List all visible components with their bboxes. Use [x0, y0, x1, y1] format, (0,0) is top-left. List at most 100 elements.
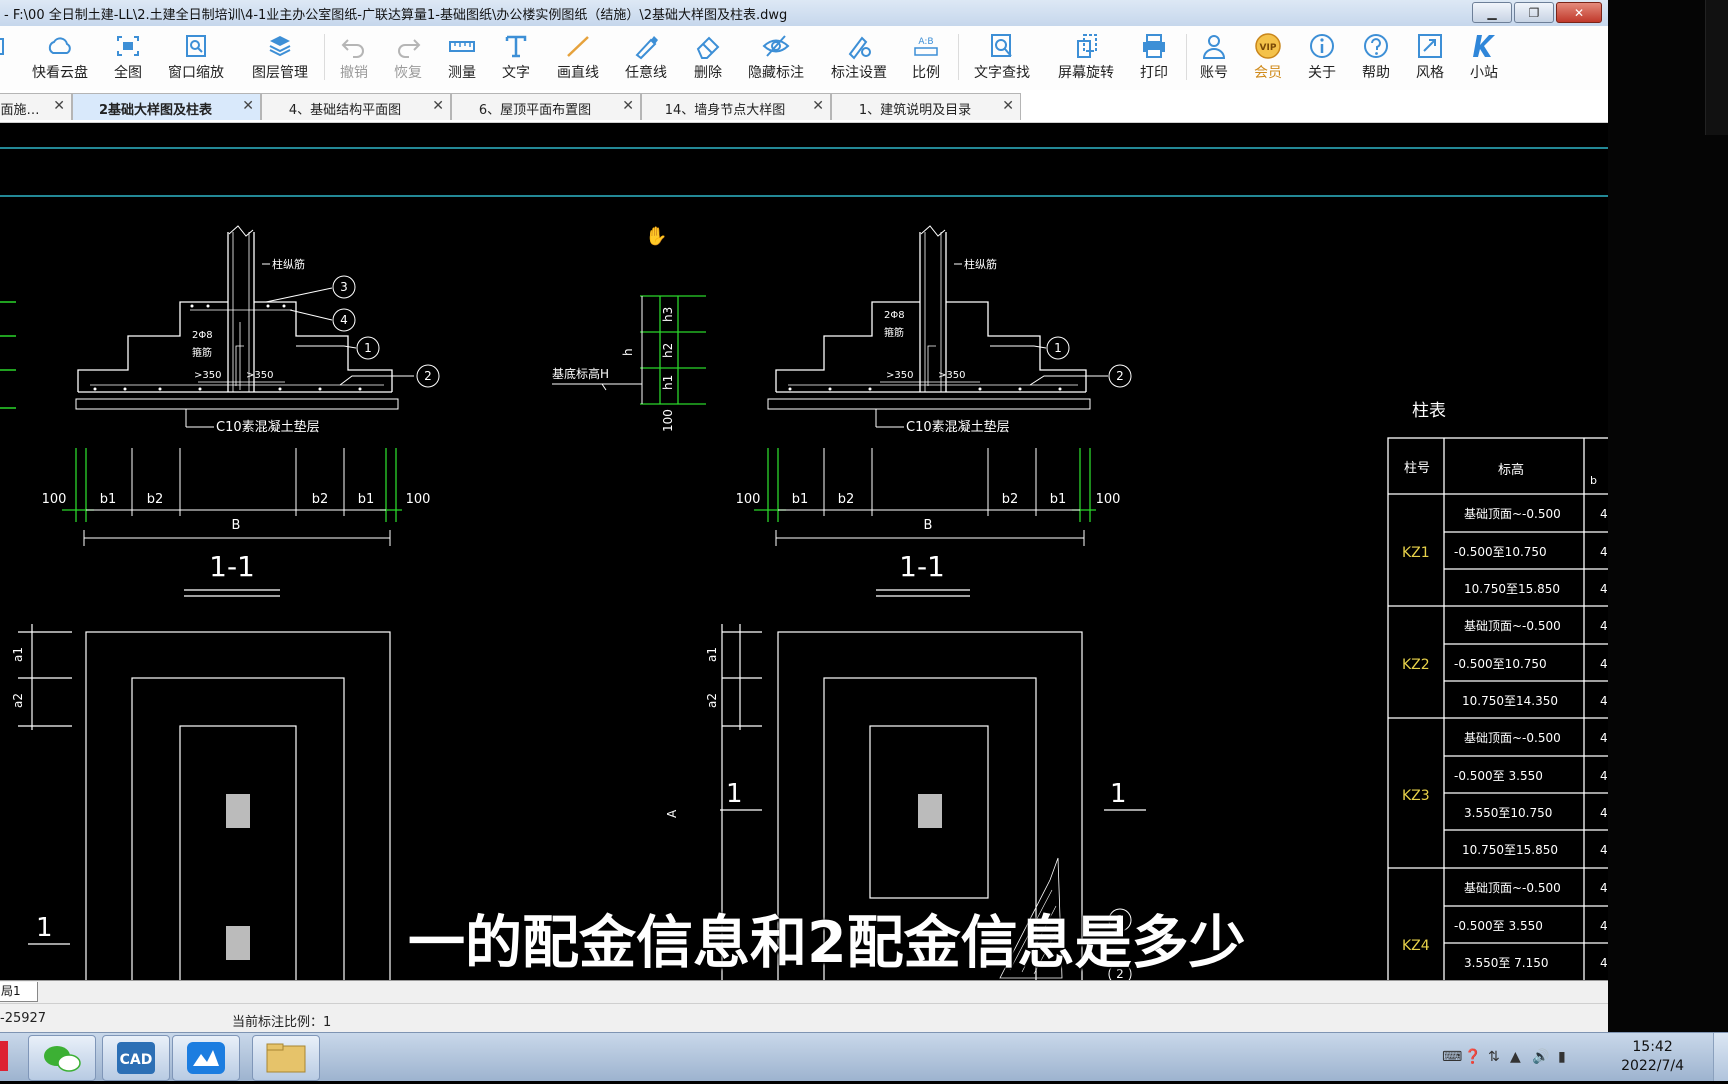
layer-manager-button[interactable]: 图层管理	[246, 28, 314, 88]
svg-text:h2: h2	[661, 343, 675, 358]
annotation-scale-status: 当前标注比例：1	[232, 1015, 332, 1030]
close-icon[interactable]: ✕	[432, 98, 444, 114]
clock[interactable]: 15:42 2022/7/4	[1621, 1038, 1684, 1076]
hide-annotation-button[interactable]: 隐藏标注	[744, 28, 808, 88]
svg-text:10.750至15.850: 10.750至15.850	[1464, 582, 1560, 596]
svg-text:3.550至10.750: 3.550至10.750	[1464, 806, 1552, 820]
svg-text:2: 2	[424, 369, 432, 383]
layers-icon	[269, 36, 291, 57]
svg-text:KZ1: KZ1	[1402, 545, 1430, 561]
svg-text:-0.500至10.750: -0.500至10.750	[1454, 545, 1547, 559]
svg-text:C10素混凝土垫层: C10素混凝土垫层	[906, 419, 1010, 435]
svg-text:100: 100	[661, 409, 675, 432]
close-icon[interactable]: ✕	[53, 98, 65, 114]
rotate-screen-button[interactable]: 屏幕旋转	[1052, 28, 1120, 88]
svg-text:4: 4	[1600, 881, 1608, 895]
help-icon	[1364, 34, 1388, 58]
svg-text:3: 3	[340, 280, 348, 294]
svg-text:10.750至15.850: 10.750至15.850	[1462, 843, 1558, 857]
tab-foundation-plan[interactable]: 4、基础结构平面图 ✕	[261, 93, 451, 120]
text-button[interactable]: 文字	[484, 28, 548, 88]
column-table-title: 柱表	[1412, 401, 1446, 421]
cloud-app-icon	[187, 1042, 225, 1074]
svg-text:箍筋: 箍筋	[192, 346, 212, 359]
svg-text:a2: a2	[705, 693, 719, 708]
wechat-icon	[44, 1046, 81, 1072]
scale-button[interactable]: A:B 比例	[894, 28, 958, 88]
freehand-line-button[interactable]: 任意线	[614, 28, 678, 88]
svg-text:h: h	[621, 348, 635, 356]
k-site-button[interactable]: 小站	[1452, 28, 1516, 88]
svg-text:a2: a2	[11, 693, 25, 708]
tab-roof-plan[interactable]: 6、屋顶平面布置图 ✕	[451, 93, 641, 120]
pan-hand-cursor: ✋	[645, 225, 667, 247]
svg-text:柱纵筋: 柱纵筋	[964, 257, 997, 271]
draw-line-button[interactable]: 画直线	[546, 28, 610, 88]
help-tray-icon[interactable]: ❓	[1464, 1049, 1481, 1065]
open-button[interactable]: 开	[0, 28, 24, 88]
svg-text:基础顶面~-0.500: 基础顶面~-0.500	[1464, 881, 1561, 895]
svg-text:1: 1	[36, 913, 53, 943]
close-icon[interactable]: ✕	[622, 98, 634, 114]
fit-all-button[interactable]: 全图	[96, 28, 160, 88]
svg-text:4: 4	[1600, 769, 1608, 783]
minimize-button[interactable]: ▁	[1472, 2, 1512, 23]
svg-text:B: B	[232, 518, 241, 533]
system-tray: ⌨ ❓ ⇅ ▲ 🔊 ▮ 15:42 2022/7/4	[1418, 1033, 1728, 1081]
svg-text:4: 4	[1600, 507, 1608, 521]
signal-icon[interactable]: ▮	[1558, 1049, 1566, 1065]
svg-text:h1: h1	[661, 375, 675, 390]
tab-architecture-notes[interactable]: 1、建筑说明及目录 ✕	[831, 93, 1021, 120]
svg-text:4: 4	[1600, 657, 1608, 671]
tab-foundation-detail[interactable]: 2基础大样图及柱表 ✕	[72, 93, 261, 120]
left-footing-section	[75, 225, 414, 428]
tray-expand-icon[interactable]: ▲	[1510, 1049, 1521, 1065]
annotation-settings-button[interactable]: 标注设置	[826, 28, 892, 88]
drawing-canvas[interactable]: 3 4 1 2 柱纵筋 2Φ8 箍筋 >350 >350 C10素混凝土垫层 1…	[0, 123, 1608, 980]
line-icon	[567, 36, 589, 57]
start-edge-icon[interactable]	[0, 1041, 8, 1071]
window-zoom-button[interactable]: 窗口缩放	[164, 28, 228, 88]
taskbar-file-explorer[interactable]	[252, 1035, 320, 1081]
cloud-disk-button[interactable]: 快看云盘	[28, 28, 92, 88]
print-button[interactable]: 打印	[1122, 28, 1186, 88]
rotate-screen-icon	[1077, 34, 1097, 58]
file-explorer-icon	[266, 1043, 306, 1073]
svg-text:4: 4	[1600, 619, 1608, 633]
tab-prev-doc[interactable]: 面施… ✕	[0, 93, 72, 120]
svg-text:b1: b1	[1050, 492, 1067, 507]
svg-text:100: 100	[406, 492, 431, 507]
svg-text:b: b	[1590, 474, 1597, 487]
close-icon[interactable]: ✕	[1002, 98, 1014, 114]
delete-button[interactable]: 删除	[676, 28, 740, 88]
keyboard-icon[interactable]: ⌨	[1442, 1049, 1462, 1065]
svg-text:KZ4: KZ4	[1402, 938, 1430, 954]
close-icon[interactable]: ✕	[242, 98, 254, 114]
network-share-icon[interactable]: ⇅	[1488, 1049, 1500, 1065]
close-button[interactable]: ✕	[1556, 2, 1602, 23]
svg-text:100: 100	[736, 492, 761, 507]
hide-annotation-icon	[762, 35, 790, 57]
svg-text:标高: 标高	[1498, 462, 1524, 478]
background-window-edge	[1608, 0, 1728, 1032]
restore-button[interactable]: ❐	[1514, 2, 1554, 23]
taskbar-wechat[interactable]	[28, 1035, 96, 1081]
fit-all-icon	[117, 36, 139, 56]
info-icon	[1310, 34, 1334, 58]
taskbar-cloud-app[interactable]	[172, 1035, 240, 1081]
text-search-button[interactable]: 文字查找	[968, 28, 1036, 88]
close-icon[interactable]: ✕	[812, 98, 824, 114]
svg-text:1: 1	[726, 779, 743, 809]
layout-tab-1[interactable]: 局1	[0, 982, 38, 1002]
svg-text:1-1: 1-1	[899, 550, 945, 583]
taskbar-cad[interactable]: CAD	[102, 1035, 170, 1081]
svg-text:1: 1	[1054, 341, 1062, 355]
show-desktop-button[interactable]	[1713, 1033, 1728, 1081]
volume-icon[interactable]: 🔊	[1532, 1049, 1549, 1065]
tab-wall-node-detail[interactable]: 14、墙身节点大样图 ✕	[641, 93, 831, 120]
print-icon	[1143, 34, 1165, 58]
svg-text:>350: >350	[886, 370, 913, 381]
svg-text:>350: >350	[246, 370, 273, 381]
clock-date: 2022/7/4	[1621, 1058, 1684, 1074]
svg-text:-0.500至 3.550: -0.500至 3.550	[1454, 919, 1543, 933]
